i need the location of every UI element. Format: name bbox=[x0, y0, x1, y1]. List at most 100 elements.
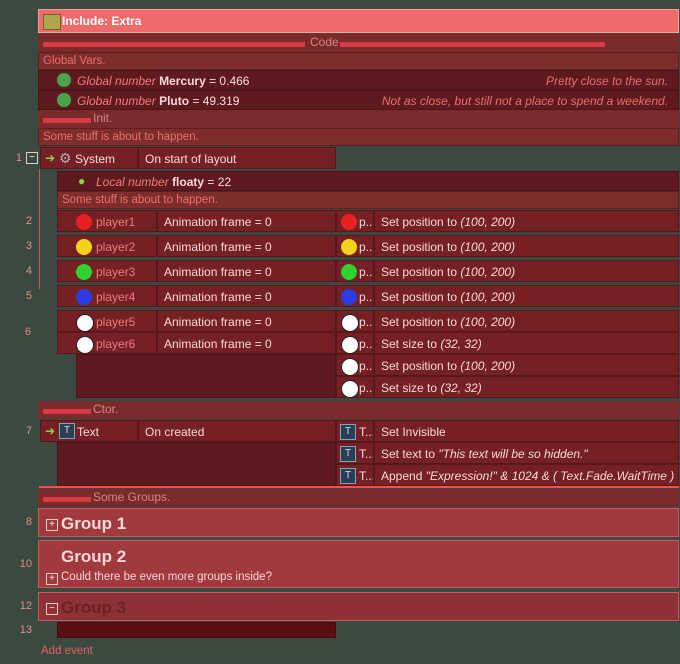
local-var-floaty[interactable]: ● Local number floaty = 22 bbox=[57, 171, 679, 191]
event7-cond-empty bbox=[57, 442, 336, 486]
include-title-bar[interactable]: Include: Extra bbox=[38, 9, 679, 33]
action[interactable]: Set size to (32, 32) bbox=[374, 376, 679, 398]
player-x-icon bbox=[341, 380, 359, 397]
ctor-label: Ctor. bbox=[93, 402, 119, 416]
event7-condition-object[interactable]: ➜ T Text bbox=[40, 420, 138, 442]
event6-cond[interactable]: Animation frame = 0 bbox=[157, 310, 336, 332]
collapse-toggle[interactable]: − bbox=[26, 152, 38, 164]
action[interactable]: Set position to (100, 200) bbox=[374, 310, 679, 332]
event6-cond-player6[interactable]: player6 bbox=[57, 332, 157, 354]
global-var-comment: Not as close, but still not a place to s… bbox=[381, 94, 668, 108]
empty-event-13[interactable] bbox=[57, 622, 336, 638]
selection-underline bbox=[39, 486, 679, 488]
text-object-icon: T bbox=[340, 468, 356, 484]
player-x-icon bbox=[341, 358, 359, 375]
event-number: 12 bbox=[19, 600, 32, 612]
expand-toggle[interactable]: + bbox=[46, 519, 58, 531]
group-1[interactable]: + Group 1 bbox=[38, 508, 679, 537]
code-label: Code bbox=[310, 35, 339, 49]
collapse-toggle[interactable]: − bbox=[46, 603, 58, 615]
event-number: 3 bbox=[25, 240, 32, 252]
action-object[interactable]: p... bbox=[336, 285, 374, 307]
divider-line-right bbox=[340, 42, 605, 47]
pin-icon: ● bbox=[78, 174, 86, 188]
action[interactable]: Set size to (32, 32) bbox=[374, 332, 679, 354]
action[interactable]: Set text to "This text will be so hidden… bbox=[374, 442, 679, 464]
event1-condition[interactable]: On start of layout bbox=[138, 147, 336, 169]
event-number: 10 bbox=[19, 558, 32, 570]
action[interactable]: Set position to (100, 200) bbox=[374, 285, 679, 307]
action[interactable]: Set position to (100, 200) bbox=[374, 354, 679, 376]
action-object[interactable]: p... bbox=[336, 210, 374, 232]
player3-icon bbox=[341, 264, 357, 280]
event6-cond[interactable]: Animation frame = 0 bbox=[157, 332, 336, 354]
player-x-icon bbox=[341, 336, 359, 353]
sheet-icon bbox=[43, 14, 61, 30]
globe-icon bbox=[57, 93, 71, 107]
comment-global-vars[interactable]: Global Vars. bbox=[38, 52, 679, 70]
event-number: 1 bbox=[15, 152, 22, 164]
action-object[interactable]: T T... bbox=[336, 442, 374, 464]
event-number: 5 bbox=[25, 290, 32, 302]
player6-icon bbox=[76, 336, 94, 353]
globe-icon bbox=[57, 73, 71, 87]
group-3[interactable]: − Group 3 bbox=[38, 592, 679, 621]
expand-toggle[interactable]: + bbox=[46, 573, 58, 585]
event6-cond-player5[interactable]: player5 bbox=[57, 310, 157, 332]
action[interactable]: Set position to (100, 200) bbox=[374, 235, 679, 257]
action-object[interactable]: p... bbox=[336, 354, 374, 376]
event-cond-player3[interactable]: player3 bbox=[57, 260, 157, 282]
groups-divider: Some Groups. bbox=[38, 489, 679, 507]
player2-icon bbox=[341, 239, 357, 255]
event6-cond-empty bbox=[76, 354, 336, 398]
player1-icon bbox=[76, 214, 92, 230]
arrow-icon: ➜ bbox=[45, 424, 56, 438]
global-var-pluto[interactable]: Global number Pluto = 49.319 Not as clos… bbox=[38, 90, 679, 110]
player1-icon bbox=[341, 214, 357, 230]
text-object-icon: T bbox=[340, 424, 356, 440]
player4-icon bbox=[76, 289, 92, 305]
event-condition[interactable]: Animation frame = 0 bbox=[157, 260, 336, 282]
group-description: Could there be even more groups inside? bbox=[61, 571, 272, 583]
action-object[interactable]: T T... bbox=[336, 420, 374, 442]
arrow-icon: ➜ bbox=[45, 151, 56, 165]
event-number: 2 bbox=[25, 215, 32, 227]
action-object[interactable]: p... bbox=[336, 260, 374, 282]
event-condition[interactable]: Animation frame = 0 bbox=[157, 210, 336, 232]
action[interactable]: Set position to (100, 200) bbox=[374, 260, 679, 282]
event-cond-player2[interactable]: player2 bbox=[57, 235, 157, 257]
gear-icon: ⚙ bbox=[59, 150, 72, 166]
event-cond-player4[interactable]: player4 bbox=[57, 285, 157, 307]
add-event-link[interactable]: Add event bbox=[41, 645, 93, 657]
player4-icon bbox=[341, 289, 357, 305]
action-object[interactable]: p... bbox=[336, 332, 374, 354]
action[interactable]: Set Invisible bbox=[374, 420, 679, 442]
code-divider: Code bbox=[38, 34, 679, 52]
action-object[interactable]: p... bbox=[336, 235, 374, 257]
event1-condition-object[interactable]: ➜ ⚙ System bbox=[40, 147, 138, 169]
sub-event-line bbox=[39, 169, 40, 289]
ctor-divider: Ctor. bbox=[38, 401, 679, 419]
action[interactable]: Set position to (100, 200) bbox=[374, 210, 679, 232]
init-divider: Init. bbox=[38, 110, 679, 128]
event-number: 6 bbox=[24, 326, 31, 338]
player-x-icon bbox=[341, 314, 359, 331]
event-condition[interactable]: Animation frame = 0 bbox=[157, 235, 336, 257]
event7-condition[interactable]: On created bbox=[138, 420, 336, 442]
event-number: 13 bbox=[19, 624, 32, 636]
action-object[interactable]: p... bbox=[336, 310, 374, 332]
divider-line-left bbox=[43, 42, 305, 47]
comment-init[interactable]: Some stuff is about to happen. bbox=[38, 128, 679, 146]
init-label: Init. bbox=[93, 111, 113, 125]
action[interactable]: Append "Expression!" & 1024 & ( Text.Fad… bbox=[374, 464, 679, 486]
event-condition[interactable]: Animation frame = 0 bbox=[157, 285, 336, 307]
action-object[interactable]: T T... bbox=[336, 464, 374, 486]
global-var-mercury[interactable]: Global number Mercury = 0.466 Pretty clo… bbox=[38, 70, 679, 90]
action-object[interactable]: p... bbox=[336, 376, 374, 398]
player5-icon bbox=[76, 314, 94, 331]
comment-inner[interactable]: Some stuff is about to happen. bbox=[57, 191, 679, 209]
text-object-icon: T bbox=[59, 423, 75, 439]
group-2[interactable]: Group 2 + Could there be even more group… bbox=[38, 540, 679, 588]
event-cond-player1[interactable]: player1 bbox=[57, 210, 157, 232]
player3-icon bbox=[76, 264, 92, 280]
